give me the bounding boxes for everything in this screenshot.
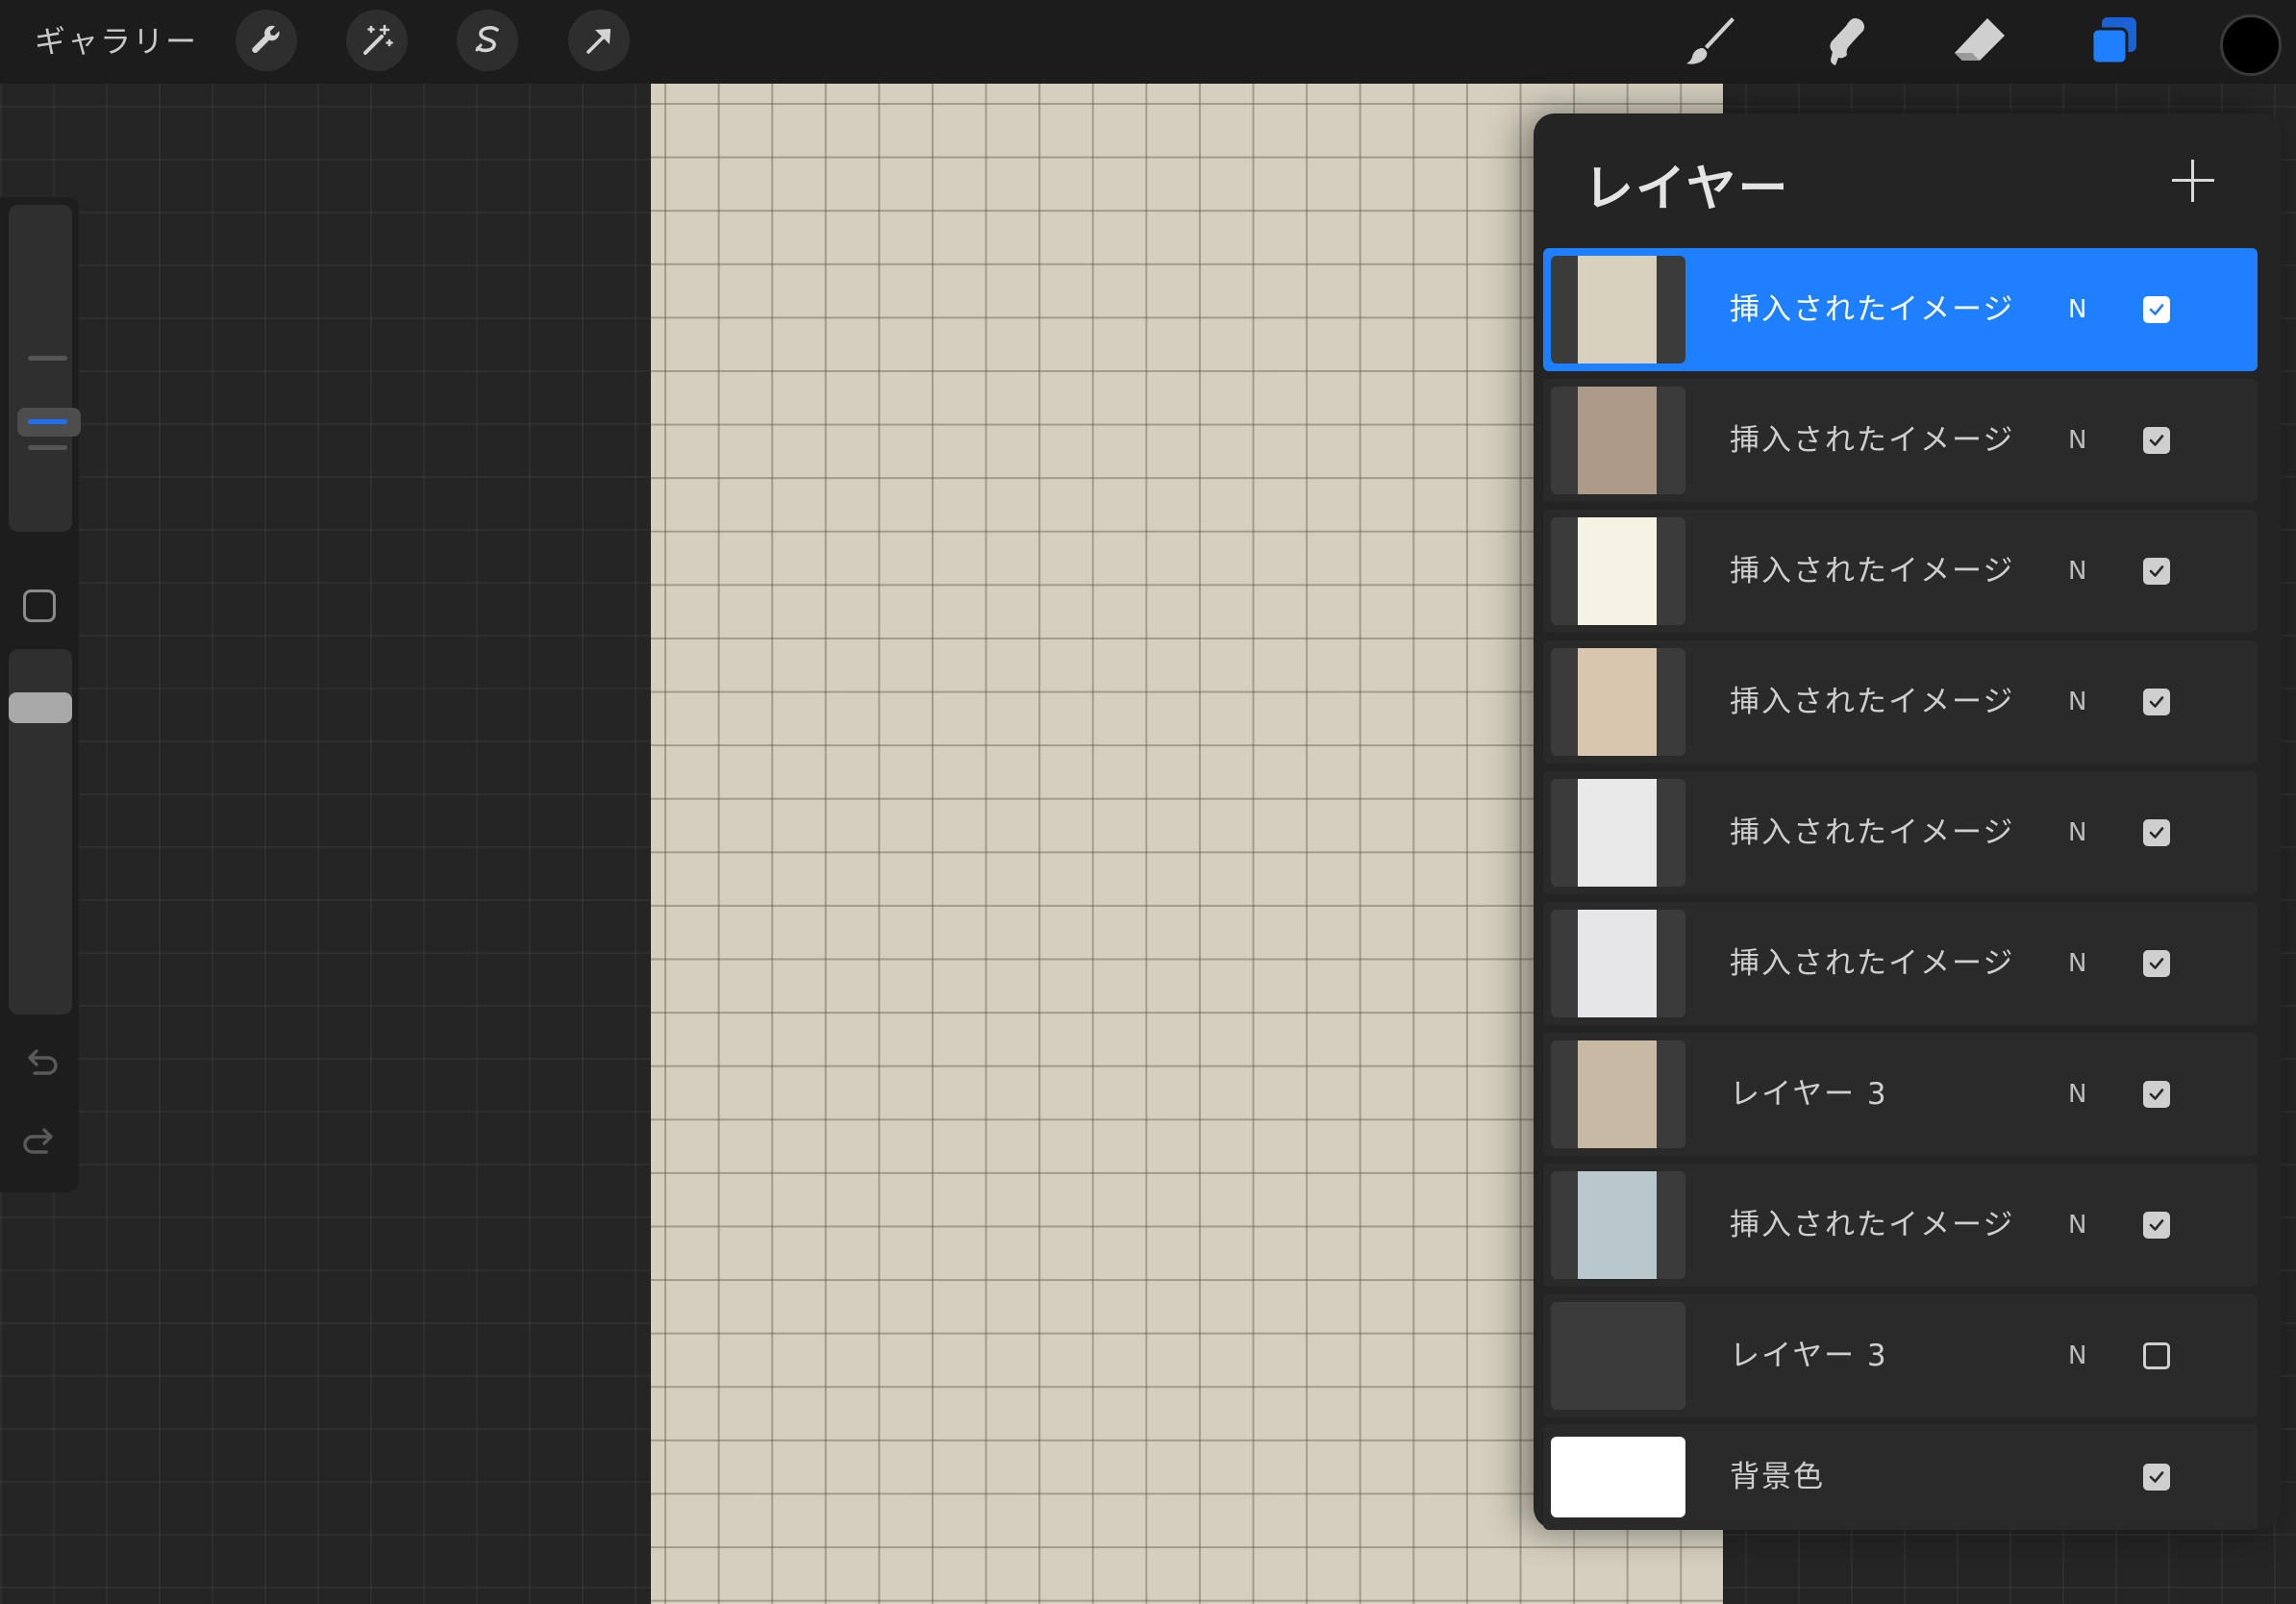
brush-size-slider[interactable]	[9, 205, 81, 532]
check-icon	[2149, 696, 2164, 708]
check-icon	[2149, 565, 2164, 577]
layer-row[interactable]: 挿入されたイメージ N	[1543, 902, 2258, 1025]
layer-name: 背景色	[1730, 1460, 1825, 1494]
thumbnail-image	[1578, 910, 1657, 1017]
modify-button[interactable]	[23, 589, 56, 622]
visibility-checkbox[interactable]	[2143, 950, 2170, 977]
slider-dash	[28, 445, 67, 450]
blend-mode-button[interactable]: N	[2068, 1164, 2086, 1287]
blend-mode-button[interactable]: N	[2068, 510, 2086, 633]
layer-row[interactable]: 挿入されたイメージ N	[1543, 771, 2258, 894]
check-icon	[2149, 1089, 2164, 1100]
layer-name: 挿入されたイメージ	[1730, 554, 2015, 589]
gallery-button[interactable]: ギャラリー	[35, 17, 198, 65]
blend-mode-button[interactable]: N	[2068, 640, 2086, 764]
blend-mode-button[interactable]: N	[2068, 1294, 2086, 1417]
layer-row[interactable]: 挿入されたイメージ N	[1543, 510, 2258, 633]
layer-name: 挿入されたイメージ	[1730, 1208, 2015, 1242]
adjustments-icon[interactable]	[346, 10, 408, 71]
thumbnail-image	[1578, 1171, 1657, 1279]
brush-icon[interactable]	[1679, 10, 1742, 73]
layer-thumbnail	[1551, 517, 1685, 625]
layer-name: レイヤー 3	[1730, 1077, 1888, 1112]
opacity-handle[interactable]	[9, 692, 72, 723]
redo-icon[interactable]	[19, 1122, 62, 1161]
check-icon	[2149, 958, 2164, 969]
layer-thumbnail	[1551, 256, 1685, 363]
visibility-checkbox[interactable]	[2143, 1081, 2170, 1108]
visibility-checkbox[interactable]	[2143, 296, 2170, 323]
top-toolbar: ギャラリー	[0, 0, 2296, 84]
layers-icon[interactable]	[2083, 10, 2146, 73]
background-layer[interactable]: 背景色	[1543, 1424, 2258, 1530]
layer-thumbnail	[1551, 1171, 1685, 1279]
check-icon	[2149, 1219, 2164, 1231]
layer-thumbnail	[1551, 1437, 1685, 1517]
layer-thumbnail	[1551, 1302, 1685, 1410]
opacity-slider[interactable]	[9, 649, 72, 1015]
thumbnail-image	[1578, 517, 1657, 625]
undo-icon[interactable]	[19, 1043, 62, 1082]
slider-dash	[28, 356, 67, 361]
layer-row[interactable]: 挿入されたイメージ N	[1543, 248, 2258, 371]
layer-row[interactable]: レイヤー 3 N	[1543, 1033, 2258, 1156]
panel-title: レイヤー	[1584, 161, 1790, 218]
layer-thumbnail	[1551, 779, 1685, 887]
slider-dash-active	[28, 419, 67, 424]
visibility-checkbox[interactable]	[2143, 819, 2170, 846]
thumbnail-image	[1578, 256, 1657, 363]
layer-name: レイヤー 3	[1730, 1339, 1888, 1373]
transform-icon[interactable]	[568, 10, 630, 71]
visibility-checkbox[interactable]	[2143, 689, 2170, 715]
blend-mode-button[interactable]: N	[2068, 1033, 2086, 1156]
blend-mode-button[interactable]: N	[2068, 771, 2086, 894]
eraser-icon[interactable]	[1948, 10, 2011, 73]
blend-mode-button[interactable]: N	[2068, 248, 2086, 371]
thumbnail-image	[1578, 1040, 1657, 1148]
layer-row[interactable]: 挿入されたイメージ N	[1543, 1164, 2258, 1287]
left-sidebar	[0, 197, 81, 1192]
thumbnail-image	[1578, 387, 1657, 494]
blend-mode-button[interactable]: N	[2068, 379, 2086, 502]
check-icon	[2149, 827, 2164, 839]
layers-panel: レイヤー 挿入されたイメージ N 挿入されたイメージ N 挿入されたイメージ N 挿入された…	[1534, 113, 2281, 1530]
smudge-icon[interactable]	[1813, 10, 1877, 73]
layer-row[interactable]: 挿入されたイメージ N	[1543, 640, 2258, 764]
visibility-checkbox[interactable]	[2143, 1342, 2170, 1369]
check-icon	[2149, 304, 2164, 315]
selection-icon[interactable]	[457, 10, 518, 71]
layer-thumbnail	[1551, 387, 1685, 494]
visibility-checkbox[interactable]	[2143, 558, 2170, 585]
layer-thumbnail	[1551, 910, 1685, 1017]
layer-thumbnail	[1551, 648, 1685, 756]
layer-thumbnail	[1551, 1040, 1685, 1148]
layer-name: 挿入されたイメージ	[1730, 946, 2015, 981]
visibility-checkbox[interactable]	[2143, 1464, 2170, 1491]
layer-name: 挿入されたイメージ	[1730, 815, 2015, 850]
thumbnail-image	[1578, 648, 1657, 756]
thumbnail-image	[1578, 779, 1657, 887]
visibility-checkbox[interactable]	[2143, 427, 2170, 454]
layer-name: 挿入されたイメージ	[1730, 292, 2015, 327]
layer-row[interactable]: レイヤー 3 N	[1543, 1294, 2258, 1417]
plus-icon[interactable]	[2172, 160, 2214, 202]
visibility-checkbox[interactable]	[2143, 1212, 2170, 1239]
check-icon	[2149, 435, 2164, 446]
layer-row[interactable]: 挿入されたイメージ N	[1543, 379, 2258, 502]
color-picker-button[interactable]	[2220, 14, 2282, 76]
blend-mode-button[interactable]: N	[2068, 902, 2086, 1025]
layer-name: 挿入されたイメージ	[1730, 423, 2015, 458]
actions-icon[interactable]	[236, 10, 297, 71]
layer-name: 挿入されたイメージ	[1730, 685, 2015, 719]
